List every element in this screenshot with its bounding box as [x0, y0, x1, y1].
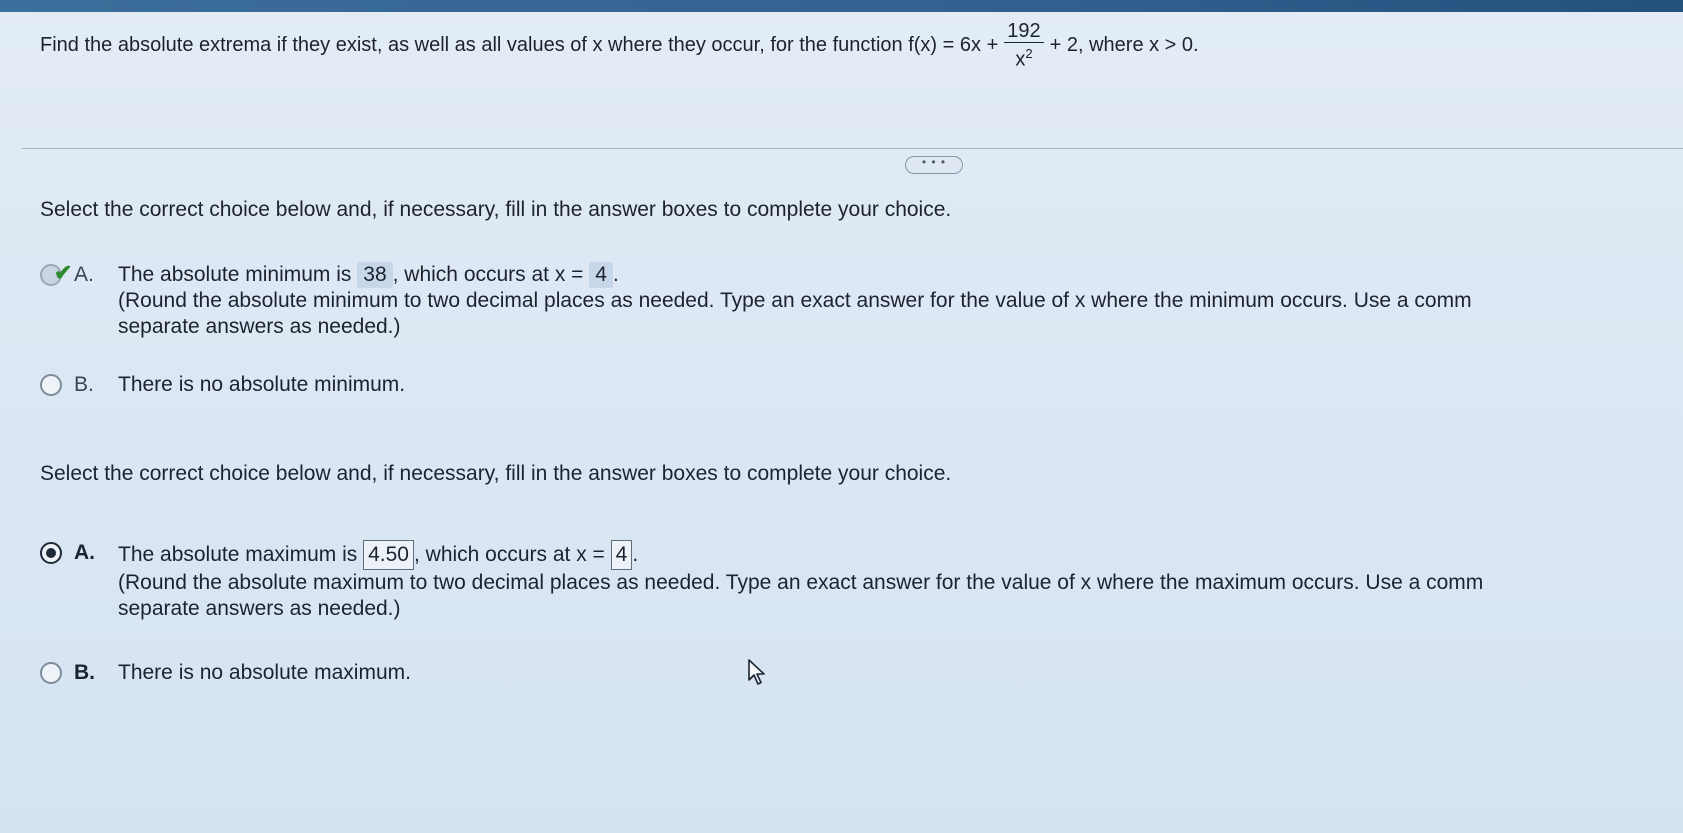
fraction-numerator: 192: [1004, 20, 1044, 43]
min-note-line-1: (Round the absolute minimum to two decim…: [118, 289, 1472, 312]
choice-min-a[interactable]: ✔ A. The absolute minimum is 38, which o…: [40, 260, 1658, 340]
choice-max-b[interactable]: B. There is no absolute maximum.: [40, 660, 411, 686]
max-x-input[interactable]: 4: [610, 540, 633, 570]
min-b-text: There is no absolute minimum.: [118, 373, 406, 396]
radio-min-a[interactable]: ✔: [40, 260, 72, 286]
min-note-line-2: separate answers as needed.): [118, 315, 401, 338]
question-suffix: + 2, where x > 0.: [1049, 34, 1199, 57]
radio-max-b[interactable]: [40, 662, 62, 684]
question-prefix: Find the absolute extrema if they exist,…: [40, 34, 999, 57]
min-x-answer: 4: [589, 262, 613, 288]
min-text-2: , which occurs at x =: [392, 263, 584, 286]
max-text-3: .: [632, 543, 639, 566]
max-value-input[interactable]: 4.50: [363, 540, 414, 570]
expand-more-button[interactable]: • • •: [905, 156, 963, 174]
radio-min-b[interactable]: [40, 374, 62, 396]
choice-letter: A.: [74, 541, 95, 564]
choice-max-a-body: The absolute maximum is 4.50, which occu…: [118, 540, 1658, 622]
max-b-text: There is no absolute maximum.: [118, 661, 411, 684]
choice-max-a[interactable]: A. The absolute maximum is 4.50, which o…: [40, 540, 1658, 622]
max-note-line-2: separate answers as needed.): [118, 597, 401, 620]
denominator-base: x: [1015, 48, 1026, 71]
max-text-1: The absolute maximum is: [118, 543, 358, 566]
instruction-minimum: Select the correct choice below and, if …: [40, 198, 952, 221]
window-top-bar: [0, 0, 1683, 12]
min-text-3: .: [612, 263, 619, 286]
check-mark-icon: ✔: [54, 260, 73, 285]
choice-letter: B.: [74, 373, 94, 396]
radio-max-a[interactable]: [40, 542, 62, 564]
denominator-exponent: 2: [1025, 46, 1033, 61]
min-value-answer: 38: [357, 262, 393, 288]
choice-min-b[interactable]: B. There is no absolute minimum.: [40, 372, 405, 398]
question-text: Find the absolute extrema if they exist,…: [40, 20, 1640, 71]
function-fraction: 192 x2: [1004, 20, 1044, 71]
instruction-maximum: Select the correct choice below and, if …: [40, 462, 952, 485]
fraction-denominator: x2: [1015, 43, 1032, 71]
choice-min-a-body: The absolute minimum is 38, which occurs…: [118, 262, 1658, 340]
mouse-pointer-icon: [748, 659, 765, 685]
choice-letter: B.: [74, 661, 95, 684]
max-text-2: , which occurs at x =: [413, 543, 605, 566]
max-note-line-1: (Round the absolute maximum to two decim…: [118, 571, 1484, 594]
section-divider: [22, 148, 1683, 149]
min-text-1: The absolute minimum is: [118, 263, 352, 286]
